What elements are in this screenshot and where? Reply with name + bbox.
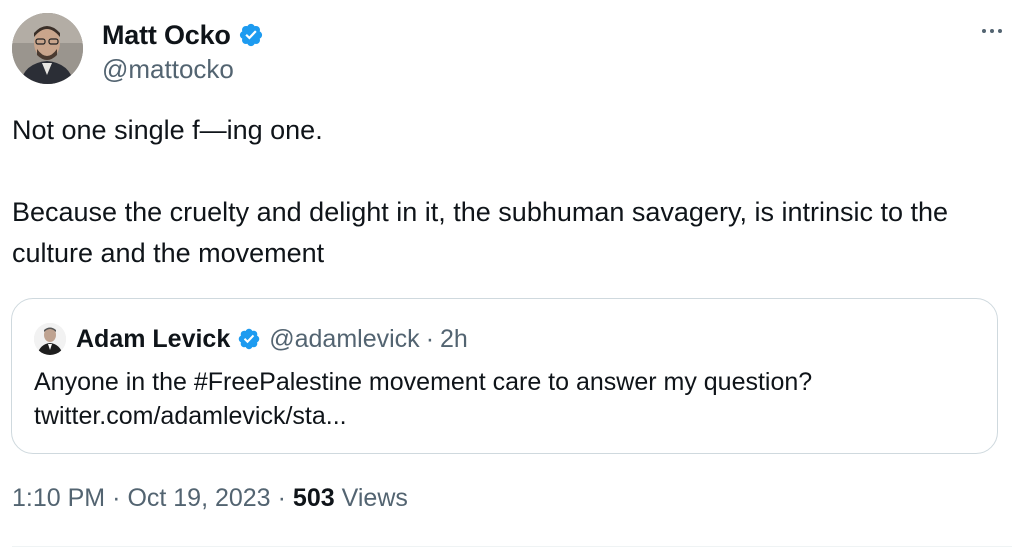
quoted-link[interactable]: twitter.com/adamlevick/sta... — [34, 399, 974, 433]
tweet-header: Matt Ocko @mattocko — [12, 12, 1012, 88]
tweet-date[interactable]: Oct 19, 2023 — [127, 484, 270, 513]
tweet: Matt Ocko @mattocko Not one single f—ing… — [0, 0, 1024, 549]
author-handle[interactable]: @mattocko — [102, 54, 264, 85]
quoted-text-line: Anyone in the #FreePalestine movement ca… — [34, 368, 813, 396]
separator-dot: · — [112, 484, 121, 512]
quoted-avatar — [34, 323, 66, 355]
quoted-tweet-card[interactable]: Adam Levick @adamlevick · 2h Anyone in t… — [11, 298, 998, 454]
views-label: Views — [341, 484, 408, 512]
tweet-time[interactable]: 1:10 PM — [12, 484, 105, 513]
divider — [12, 546, 1012, 547]
author-info: Matt Ocko @mattocko — [102, 18, 264, 85]
verified-badge-icon — [237, 327, 261, 351]
views-count: 503 — [292, 484, 335, 512]
tweet-text: Not one single f—ing one. Because the cr… — [12, 110, 1012, 274]
separator-dot: · — [425, 324, 435, 353]
more-options-button[interactable] — [972, 16, 1012, 46]
separator-dot: · — [277, 484, 286, 512]
more-horizontal-icon — [982, 29, 986, 33]
verified-badge-icon[interactable] — [238, 22, 264, 48]
quoted-tweet-text: Anyone in the #FreePalestine movement ca… — [34, 365, 974, 433]
tweet-paragraph: Not one single f—ing one. — [12, 115, 323, 145]
quoted-display-name[interactable]: Adam Levick — [76, 325, 230, 354]
tweet-paragraph: Because the cruelty and delight in it, t… — [12, 197, 949, 268]
avatar[interactable] — [12, 13, 83, 84]
quoted-timestamp[interactable]: 2h — [440, 325, 468, 354]
quoted-tweet-header: Adam Levick @adamlevick · 2h — [34, 321, 468, 357]
author-display-name[interactable]: Matt Ocko — [102, 20, 231, 51]
tweet-meta: 1:10 PM · Oct 19, 2023 · 503 Views — [12, 484, 408, 513]
quoted-handle: @adamlevick — [269, 324, 420, 353]
